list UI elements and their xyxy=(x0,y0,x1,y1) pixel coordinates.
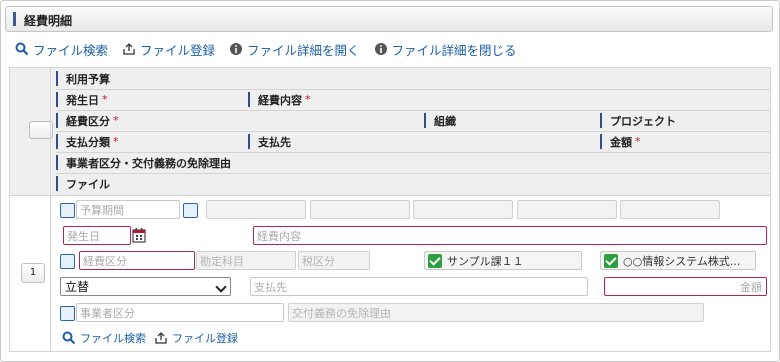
org-field[interactable]: サンプル課１１ xyxy=(424,251,582,270)
header-divider xyxy=(50,68,51,195)
row-file-upload-label: ファイル登録 xyxy=(172,332,238,345)
header-row-budget: 利用予算 xyxy=(56,68,770,90)
header-row-date: 発生日 * 経費内容 * xyxy=(56,89,770,111)
payment-type-select[interactable]: 立替 xyxy=(60,277,231,296)
budget-search-icon[interactable] xyxy=(183,203,198,218)
category-input[interactable]: 経費区分 xyxy=(79,251,195,270)
account-field: 勘定科目 xyxy=(196,251,296,270)
payment-type-value: 立替 xyxy=(65,280,90,294)
header-content: 経費内容 * xyxy=(248,89,311,110)
row-file-search-label: ファイル検索 xyxy=(80,332,146,345)
header-payment-type: 支払分類 * xyxy=(56,131,119,152)
file-search-label: ファイル検索 xyxy=(33,42,109,58)
file-upload-label: ファイル登録 xyxy=(140,42,216,58)
header-amount: 金額 * xyxy=(600,131,641,152)
budget-field-2 xyxy=(310,200,410,219)
open-details-label: ファイル詳細を開く xyxy=(247,42,360,58)
header-row-payment: 支払分類 * 支払先 金額 * xyxy=(56,131,770,153)
header-budget: 利用予算 xyxy=(56,68,110,89)
header-project: プロジェクト xyxy=(600,110,676,131)
business-type-lookup-icon[interactable] xyxy=(60,306,75,321)
tax-field: 税区分 xyxy=(298,251,370,270)
org-value: サンプル課１１ xyxy=(447,254,524,268)
header-payee: 支払先 xyxy=(248,131,291,152)
org-checkbox[interactable] xyxy=(428,254,442,268)
header-row-exemption: 事業者区分・交付義務の免除理由 xyxy=(56,152,770,174)
budget-field-1 xyxy=(206,200,306,219)
header-row-category: 経費区分 * 組織 プロジェクト xyxy=(56,110,770,132)
expense-row: 1 予算期間 発生日 経費内容 経費区分 勘定科目 税区分 サンプル課１１ ○○… xyxy=(9,195,771,352)
row-file-toolbar: ファイル検索 ファイル登録 xyxy=(62,330,246,346)
info-icon xyxy=(230,43,243,55)
budget-field-4 xyxy=(517,200,617,219)
upload-icon xyxy=(123,43,135,55)
header-exemption: 事業者区分・交付義務の免除理由 xyxy=(56,152,231,173)
exemption-field: 交付義務の免除理由 xyxy=(288,303,704,322)
row-file-upload-button[interactable]: ファイル登録 xyxy=(154,330,238,346)
file-toolbar: ファイル検索 ファイル登録 ファイル詳細を開く ファイル詳細を閉じる xyxy=(15,40,531,58)
row-file-search-button[interactable]: ファイル検索 xyxy=(62,330,146,346)
budget-field-3 xyxy=(413,200,513,219)
project-value: ○○情報システム株式... xyxy=(623,254,741,268)
calendar-icon[interactable] xyxy=(132,227,146,243)
file-search-button[interactable]: ファイル検索 xyxy=(15,40,108,59)
search-icon xyxy=(62,331,76,345)
open-details-button[interactable]: ファイル詳細を開く xyxy=(229,40,360,59)
category-lookup-icon[interactable] xyxy=(60,254,75,269)
table-header: 利用予算 発生日 * 経費内容 * 経費区分 * 組織 プロジェクト 支払分類 * 支払… xyxy=(9,67,771,196)
section-title: 経費明細 xyxy=(24,14,73,28)
budget-lookup-icon[interactable] xyxy=(60,203,75,218)
row-divider xyxy=(50,196,51,351)
section-title-bar: 経費明細 xyxy=(5,6,773,32)
budget-period-input[interactable]: 予算期間 xyxy=(76,200,180,219)
close-details-label: ファイル詳細を閉じる xyxy=(391,42,517,58)
title-accent xyxy=(13,12,16,26)
header-row-file: ファイル xyxy=(56,173,770,194)
chevron-down-icon xyxy=(215,281,227,293)
project-field[interactable]: ○○情報システム株式... xyxy=(600,251,756,270)
expense-detail-panel: 経費明細 ファイル検索 ファイル登録 ファイル詳細を開く ファイル詳細を閉じる … xyxy=(0,0,780,362)
header-date: 発生日 * xyxy=(56,89,108,110)
header-file: ファイル xyxy=(56,173,110,194)
header-category: 経費区分 * xyxy=(56,110,119,131)
project-checkbox[interactable] xyxy=(604,254,618,268)
amount-input[interactable]: 金額 xyxy=(604,277,767,296)
info-icon xyxy=(374,43,387,55)
row-number-button[interactable]: 1 xyxy=(21,263,45,283)
header-org: 組織 xyxy=(424,110,456,131)
search-icon xyxy=(15,42,29,56)
file-upload-button[interactable]: ファイル登録 xyxy=(122,40,215,59)
close-details-button[interactable]: ファイル詳細を閉じる xyxy=(374,40,517,59)
business-type-input[interactable]: 事業者区分 xyxy=(76,303,284,322)
upload-icon xyxy=(155,332,167,344)
date-input[interactable]: 発生日 xyxy=(63,226,131,245)
budget-field-5 xyxy=(620,200,720,219)
content-input[interactable]: 経費内容 xyxy=(253,226,767,245)
payee-input[interactable]: 支払先 xyxy=(250,277,588,296)
